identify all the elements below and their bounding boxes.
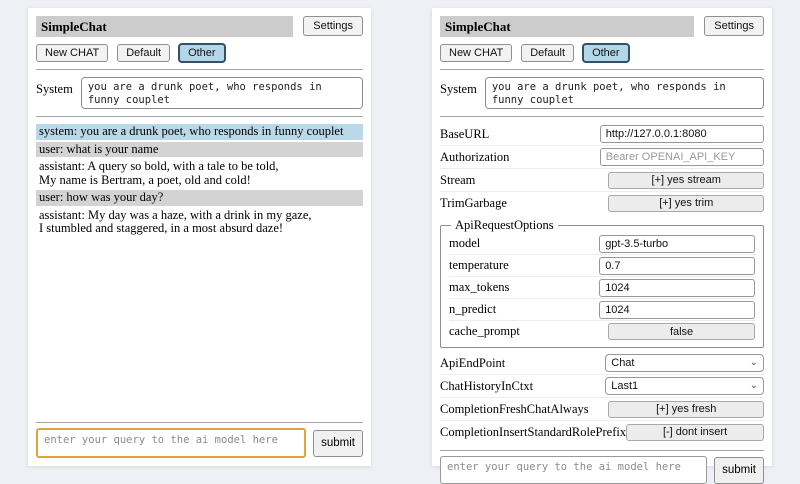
setting-row-stream: Stream [+] yes stream xyxy=(440,168,764,191)
session-bar: New CHAT Default Other xyxy=(440,44,764,62)
session-button-default[interactable]: Default xyxy=(521,44,574,62)
setting-row-trimgarbage: TrimGarbage [+] yes trim xyxy=(440,191,764,214)
setting-label: model xyxy=(449,236,480,251)
chat-message-system: system: you are a drunk poet, who respon… xyxy=(36,124,363,140)
query-bar: submit xyxy=(36,415,363,458)
setting-row-max-tokens: max_tokens xyxy=(449,276,755,298)
chat-message-user: user: how was your day? xyxy=(36,190,363,206)
api-endpoint-select[interactable]: Chat ⌄ xyxy=(605,354,764,372)
setting-row-authorization: Authorization xyxy=(440,145,764,168)
completion-fresh-toggle-button[interactable]: [+] yes fresh xyxy=(608,401,764,418)
temperature-input[interactable] xyxy=(599,257,755,275)
setting-label: Authorization xyxy=(440,150,509,165)
chevron-down-icon: ⌄ xyxy=(750,359,758,367)
chat-panel: SimpleChat Settings New CHAT Default Oth… xyxy=(28,8,371,466)
system-prompt-row: System you are a drunk poet, who respond… xyxy=(440,77,764,109)
system-prompt-row: System you are a drunk poet, who respond… xyxy=(36,77,363,109)
app-title: SimpleChat xyxy=(36,16,293,37)
divider xyxy=(36,422,363,423)
insert-role-prefix-toggle-button[interactable]: [-] dont insert xyxy=(626,424,764,441)
system-prompt-input[interactable]: you are a drunk poet, who responds in fu… xyxy=(485,77,764,109)
header: SimpleChat Settings xyxy=(36,16,363,37)
divider xyxy=(36,69,363,70)
query-bar: submit xyxy=(440,443,764,484)
app-title: SimpleChat xyxy=(440,16,694,37)
setting-row-chat-history-in-ctxt: ChatHistoryInCtxt Last1 ⌄ xyxy=(440,374,764,397)
query-input[interactable] xyxy=(36,428,306,458)
divider xyxy=(440,69,764,70)
setting-row-model: model xyxy=(449,233,755,254)
chat-message-assistant: assistant: A query so bold, with a tale … xyxy=(36,159,363,188)
api-request-options-fieldset: ApiRequestOptions model temperature max_… xyxy=(440,218,764,348)
settings-button[interactable]: Settings xyxy=(303,16,363,36)
new-chat-button[interactable]: New CHAT xyxy=(440,44,512,62)
setting-row-temperature: temperature xyxy=(449,254,755,276)
system-prompt-input[interactable]: you are a drunk poet, who responds in fu… xyxy=(81,77,363,109)
setting-label: TrimGarbage xyxy=(440,196,507,211)
setting-label: CompletionInsertStandardRolePrefix xyxy=(440,425,626,440)
chat-message-list: system: you are a drunk poet, who respon… xyxy=(36,124,363,415)
setting-label: CompletionFreshChatAlways xyxy=(440,402,589,417)
settings-button[interactable]: Settings xyxy=(704,16,764,36)
setting-label: max_tokens xyxy=(449,280,509,295)
max-tokens-input[interactable] xyxy=(599,279,755,297)
setting-label: temperature xyxy=(449,258,509,273)
submit-button[interactable]: submit xyxy=(714,457,764,484)
session-button-other[interactable]: Other xyxy=(179,44,225,62)
select-value: Chat xyxy=(611,357,634,369)
session-button-default[interactable]: Default xyxy=(117,44,170,62)
model-input[interactable] xyxy=(599,235,755,253)
setting-label: Stream xyxy=(440,173,475,188)
session-bar: New CHAT Default Other xyxy=(36,44,363,62)
authorization-input[interactable] xyxy=(600,148,764,166)
chat-history-in-ctxt-select[interactable]: Last1 ⌄ xyxy=(605,377,764,395)
setting-row-api-endpoint: ApiEndPoint Chat ⌄ xyxy=(440,352,764,374)
divider xyxy=(36,116,363,117)
cache-prompt-toggle-button[interactable]: false xyxy=(608,323,755,340)
submit-button[interactable]: submit xyxy=(313,430,363,457)
setting-row-completion-fresh-chat-always: CompletionFreshChatAlways [+] yes fresh xyxy=(440,397,764,420)
system-prompt-label: System xyxy=(440,77,477,97)
fieldset-legend: ApiRequestOptions xyxy=(451,218,558,233)
setting-label: ApiEndPoint xyxy=(440,356,505,371)
baseurl-input[interactable] xyxy=(600,125,764,143)
session-button-other[interactable]: Other xyxy=(583,44,629,62)
chevron-down-icon: ⌄ xyxy=(750,382,758,390)
divider xyxy=(440,116,764,117)
setting-label: cache_prompt xyxy=(449,324,520,339)
new-chat-button[interactable]: New CHAT xyxy=(36,44,108,62)
select-value: Last1 xyxy=(611,380,638,392)
divider xyxy=(440,450,764,451)
setting-label: ChatHistoryInCtxt xyxy=(440,379,533,394)
settings-list: BaseURL Authorization Stream [+] yes str… xyxy=(440,123,764,443)
trimgarbage-toggle-button[interactable]: [+] yes trim xyxy=(608,195,764,212)
setting-label: BaseURL xyxy=(440,127,489,142)
chat-message-assistant: assistant: My day was a haze, with a dri… xyxy=(36,208,363,237)
chat-message-user: user: what is your name xyxy=(36,142,363,158)
stream-toggle-button[interactable]: [+] yes stream xyxy=(608,172,764,189)
setting-row-baseurl: BaseURL xyxy=(440,123,764,145)
setting-row-n-predict: n_predict xyxy=(449,298,755,320)
setting-row-cache-prompt: cache_prompt false xyxy=(449,320,755,342)
header: SimpleChat Settings xyxy=(440,16,764,37)
setting-row-completion-insert-standard-role-prefix: CompletionInsertStandardRolePrefix [-] d… xyxy=(440,420,764,443)
setting-label: n_predict xyxy=(449,302,496,317)
n-predict-input[interactable] xyxy=(599,301,755,319)
settings-panel: SimpleChat Settings New CHAT Default Oth… xyxy=(432,8,772,466)
system-prompt-label: System xyxy=(36,77,73,97)
